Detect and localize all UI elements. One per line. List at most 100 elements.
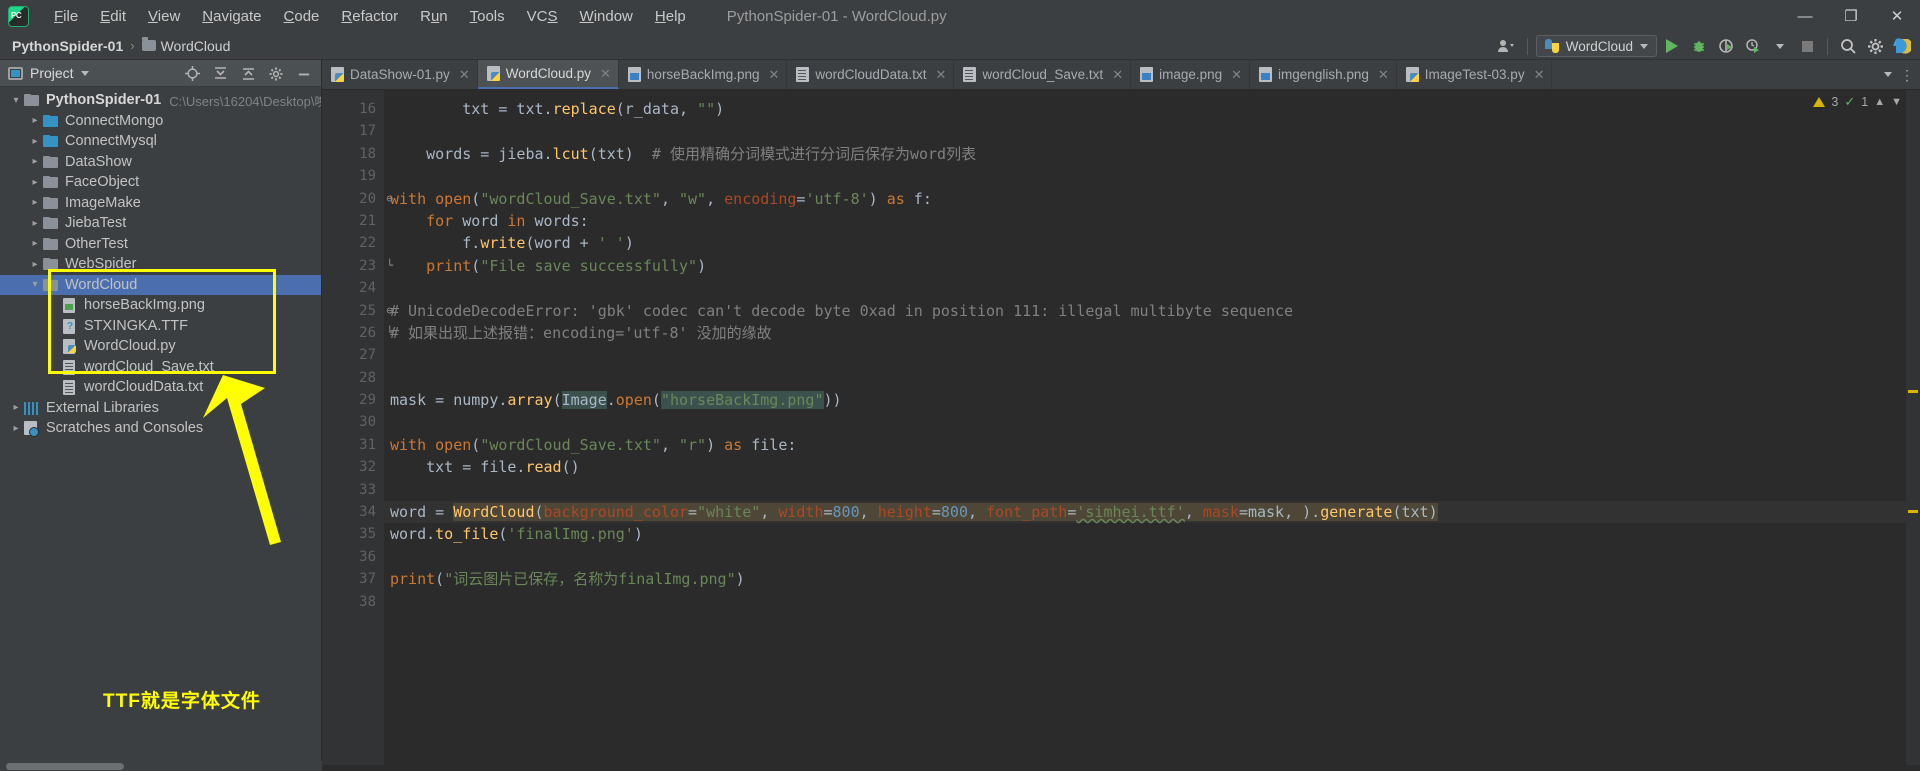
editor-tab[interactable]: WordCloud.py ✕ xyxy=(477,60,619,89)
scrollbar-thumb[interactable] xyxy=(6,763,124,770)
code-content[interactable]: txt = txt.replace(r_data, "") words = ji… xyxy=(384,90,1920,771)
next-problem-icon[interactable]: ▼ xyxy=(1891,96,1902,108)
menu-refactor[interactable]: Refactor xyxy=(330,4,409,29)
editor-tab[interactable]: wordCloud_Save.txt ✕ xyxy=(954,60,1132,89)
close-button[interactable]: ✕ xyxy=(1874,0,1920,32)
account-icon[interactable] xyxy=(1495,35,1519,57)
code-line[interactable]: print("词云图片已保存，名称为finalImg.png") xyxy=(384,568,1920,590)
code-line[interactable] xyxy=(384,165,1920,187)
code-line[interactable]: txt = txt.replace(r_data, "") xyxy=(384,98,1920,120)
project-tree[interactable]: PythonSpider-01 C:\Users\16204\Desktop\唤酢… xyxy=(0,87,321,771)
close-icon[interactable]: ✕ xyxy=(1112,67,1123,83)
close-icon[interactable]: ✕ xyxy=(1534,67,1545,83)
tree-node[interactable]: OtherTest xyxy=(0,234,321,255)
minimize-button[interactable]: — xyxy=(1782,0,1828,32)
run-with-coverage-button[interactable] xyxy=(1714,35,1738,57)
code-line[interactable] xyxy=(384,591,1920,613)
breadcrumb-project[interactable]: PythonSpider-01 xyxy=(12,38,123,54)
menu-view[interactable]: View xyxy=(137,4,191,29)
menu-edit[interactable]: Edit xyxy=(89,4,137,29)
tree-toggle-icon[interactable] xyxy=(27,279,43,290)
stop-button[interactable] xyxy=(1795,35,1819,57)
code-line[interactable]: # UnicodeDecodeError: 'gbk' codec can't … xyxy=(384,300,1920,322)
tree-node[interactable]: WordCloud xyxy=(0,274,321,295)
run-button[interactable] xyxy=(1660,35,1684,57)
menu-navigate[interactable]: Navigate xyxy=(191,4,272,29)
code-line[interactable]: f.write(word + ' ') xyxy=(384,232,1920,254)
tree-node[interactable]: ConnectMysql xyxy=(0,131,321,152)
breadcrumb-current[interactable]: WordCloud xyxy=(141,37,230,54)
code-line[interactable]: for word in words: xyxy=(384,210,1920,232)
tab-list-chevron-icon[interactable] xyxy=(1884,72,1892,77)
menu-tools[interactable]: Tools xyxy=(459,4,516,29)
expand-icon[interactable] xyxy=(235,62,261,85)
tree-node[interactable]: External Libraries xyxy=(0,398,321,419)
menu-code[interactable]: Code xyxy=(273,4,331,29)
tree-toggle-icon[interactable] xyxy=(8,402,24,413)
tab-more-icon[interactable]: ⋮ xyxy=(1900,68,1914,82)
editor-tab[interactable]: wordCloudData.txt ✕ xyxy=(787,60,955,89)
run-configuration-selector[interactable]: WordCloud xyxy=(1535,35,1657,57)
collapse-all-icon[interactable] xyxy=(207,62,233,85)
tree-toggle-icon[interactable] xyxy=(27,115,43,126)
tree-toggle-icon[interactable] xyxy=(27,197,43,208)
tree-toggle-icon[interactable] xyxy=(27,156,43,167)
tree-node[interactable]: wordCloudData.txt xyxy=(0,377,321,398)
prev-problem-icon[interactable]: ▲ xyxy=(1874,96,1885,108)
editor-tab[interactable]: imgenglish.png ✕ xyxy=(1250,60,1397,89)
inspection-widget[interactable]: 3 ✓ 1 ▲ ▼ xyxy=(1813,94,1902,110)
menu-run[interactable]: Run xyxy=(409,4,459,29)
tree-toggle-icon[interactable] xyxy=(27,238,43,249)
code-line[interactable]: with open("wordCloud_Save.txt", "w", enc… xyxy=(384,188,1920,210)
tree-node[interactable]: wordCloud_Save.txt xyxy=(0,357,321,378)
code-line[interactable]: words = jieba.lcut(txt) # 使用精确分词模式进行分词后保… xyxy=(384,143,1920,165)
tree-toggle-icon[interactable] xyxy=(8,423,24,434)
editor-tab[interactable]: image.png ✕ xyxy=(1131,60,1251,89)
debug-button[interactable] xyxy=(1687,35,1711,57)
hide-panel-icon[interactable] xyxy=(291,62,317,85)
menu-help[interactable]: Help xyxy=(644,4,697,29)
tree-toggle-icon[interactable] xyxy=(27,136,43,147)
code-line[interactable]: print("File save successfully") xyxy=(384,255,1920,277)
code-line[interactable] xyxy=(384,479,1920,501)
close-icon[interactable]: ✕ xyxy=(768,67,779,83)
tree-toggle-icon[interactable] xyxy=(27,218,43,229)
close-icon[interactable]: ✕ xyxy=(1231,67,1242,83)
code-line[interactable]: word = WordCloud(background_color="white… xyxy=(384,501,1920,524)
maximize-button[interactable]: ❐ xyxy=(1828,0,1874,32)
close-icon[interactable]: ✕ xyxy=(600,66,611,82)
code-editor[interactable]: 16 17 18 19 20 ⊖ 21 22 23 └ 24 25 ⊖ 26 └ 27 28 29 30 31 32 33… xyxy=(322,90,1920,771)
tree-node[interactable]: WordCloud.py xyxy=(0,336,321,357)
project-view-dropdown-icon[interactable] xyxy=(80,70,89,76)
tree-node[interactable]: ConnectMongo xyxy=(0,111,321,132)
settings-icon[interactable] xyxy=(263,62,289,85)
tree-node[interactable]: STXINGKA.TTF xyxy=(0,316,321,337)
tree-node[interactable]: PythonSpider-01 C:\Users\16204\Desktop\唤酢 xyxy=(0,90,321,111)
code-line[interactable]: with open("wordCloud_Save.txt", "r") as … xyxy=(384,434,1920,456)
tree-node[interactable]: JiebaTest xyxy=(0,213,321,234)
editor-tab[interactable]: ImageTest-03.py ✕ xyxy=(1397,60,1553,89)
target-icon[interactable] xyxy=(179,62,205,85)
menu-window[interactable]: Window xyxy=(569,4,644,29)
editor-tab[interactable]: DataShow-01.py ✕ xyxy=(322,60,478,89)
close-icon[interactable]: ✕ xyxy=(935,67,946,83)
close-icon[interactable]: ✕ xyxy=(459,67,470,83)
profile-button[interactable] xyxy=(1741,35,1765,57)
tree-node[interactable]: DataShow xyxy=(0,152,321,173)
search-icon[interactable] xyxy=(1836,35,1860,57)
gear-icon[interactable] xyxy=(1863,35,1887,57)
menu-file[interactable]: File xyxy=(43,4,89,29)
profile-dropdown-icon[interactable] xyxy=(1768,35,1792,57)
project-horizontal-scrollbar[interactable] xyxy=(0,761,322,771)
code-line[interactable]: txt = file.read() xyxy=(384,456,1920,478)
editor-tab[interactable]: horseBackImg.png ✕ xyxy=(619,60,788,89)
code-line[interactable] xyxy=(384,546,1920,568)
code-line[interactable] xyxy=(384,344,1920,366)
tree-toggle-icon[interactable] xyxy=(8,95,24,106)
editor-marker-track[interactable] xyxy=(1906,90,1920,771)
tree-node[interactable]: WebSpider xyxy=(0,254,321,275)
editor-horizontal-scrollbar[interactable] xyxy=(322,765,1920,771)
tree-node[interactable]: FaceObject xyxy=(0,172,321,193)
code-line[interactable]: # 如果出现上述报错：encoding='utf-8' 没加的缘故 xyxy=(384,322,1920,344)
code-line[interactable] xyxy=(384,120,1920,142)
